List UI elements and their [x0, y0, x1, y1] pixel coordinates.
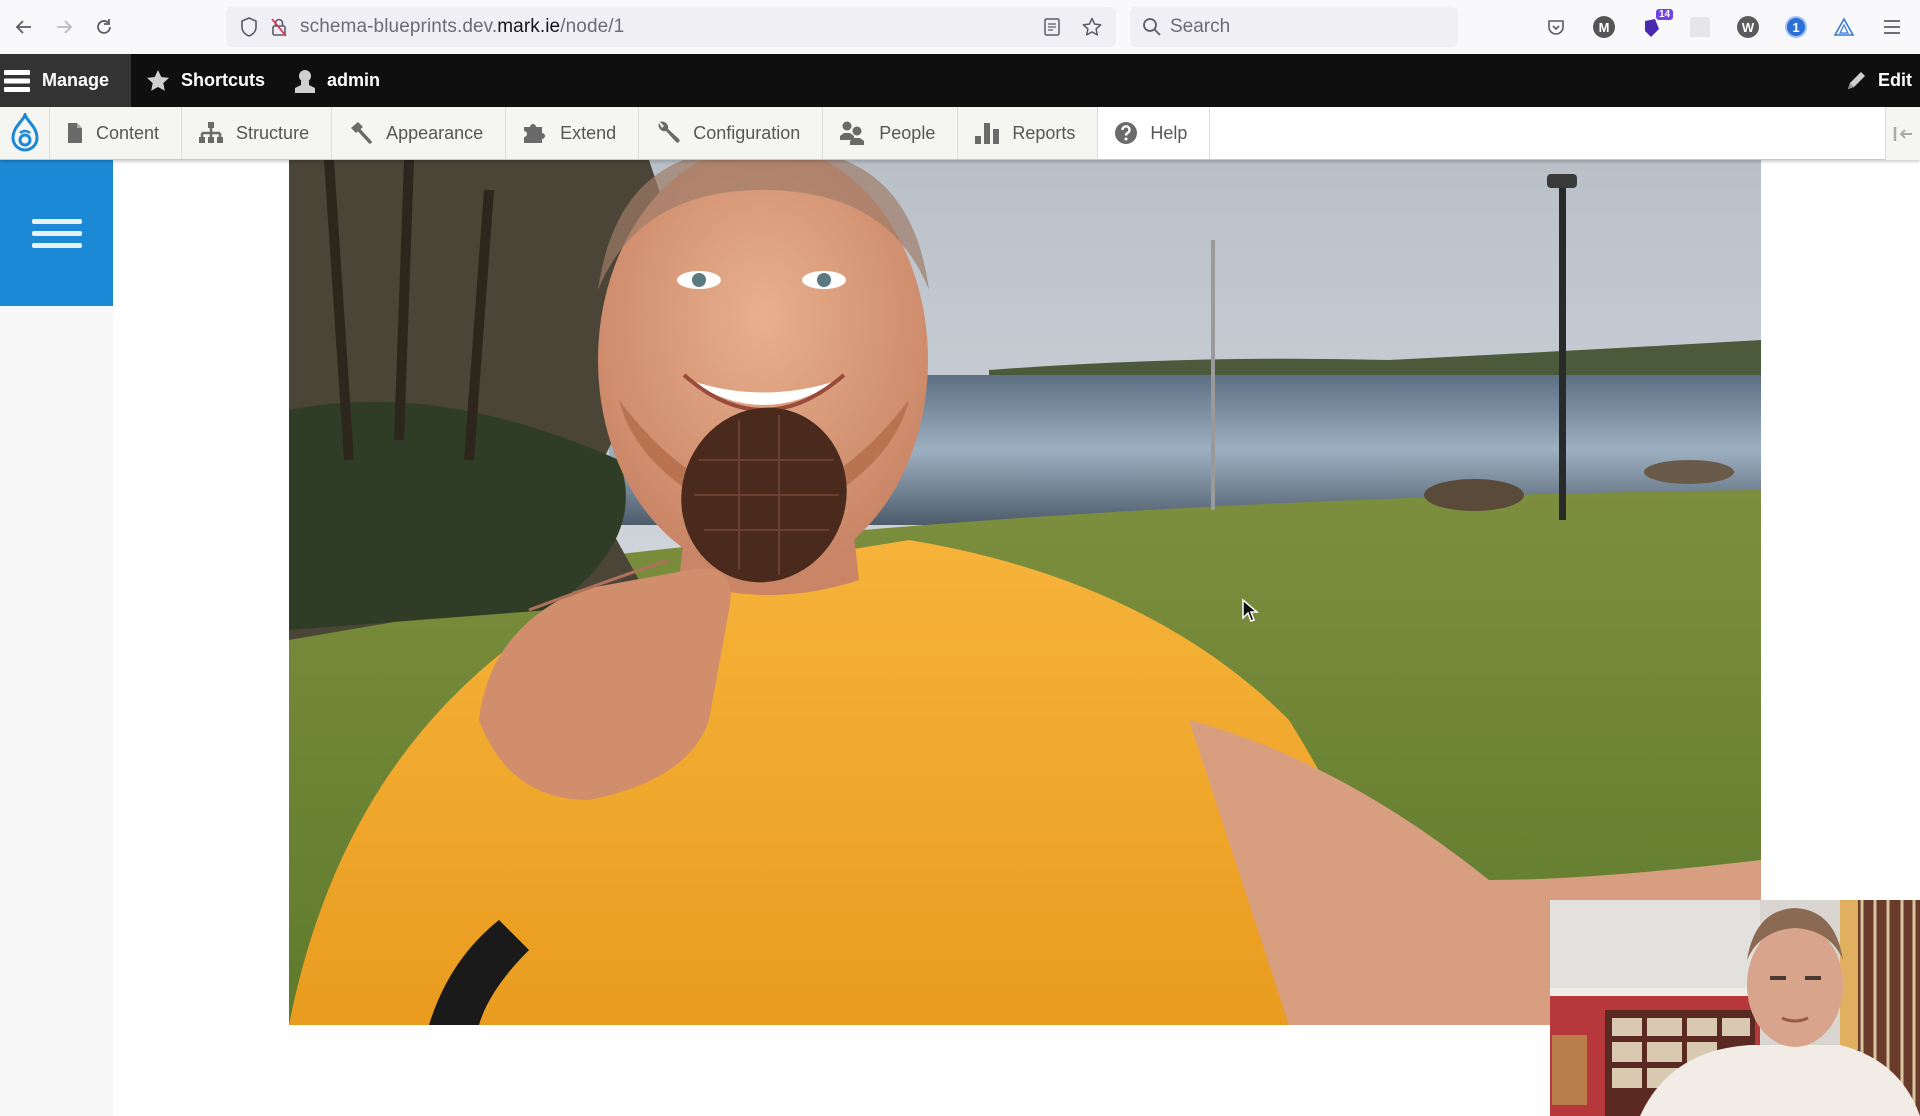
shortcuts-label: Shortcuts — [181, 70, 266, 90]
m-extension-icon: M — [1593, 16, 1615, 38]
search-icon — [1143, 18, 1161, 36]
tracking-protection-icon[interactable] — [238, 16, 260, 38]
tray-item-configuration[interactable]: Configuration — [639, 107, 824, 159]
manage-button[interactable]: Manage — [0, 54, 132, 107]
tray-item-people[interactable]: People — [823, 107, 959, 159]
tray-item-label: Structure — [236, 122, 310, 143]
wrench-icon — [658, 121, 680, 143]
user-label: admin — [327, 70, 381, 90]
url-text[interactable]: schema-blueprints.dev.mark.ie/node/1 — [300, 16, 624, 38]
tray-orientation-toggle[interactable] — [1885, 107, 1920, 160]
tab-manager-button[interactable]: 14 — [1628, 7, 1676, 47]
webcam-overlay — [1550, 900, 1920, 1116]
tray-item-label: Appearance — [386, 122, 484, 143]
pocket-button[interactable] — [1532, 7, 1580, 47]
shortcuts-button[interactable]: Shortcuts — [131, 54, 279, 107]
tray-item-label: Content — [96, 122, 160, 143]
blank-extension-button[interactable] — [1676, 7, 1724, 47]
tray-item-reports[interactable]: Reports — [958, 107, 1099, 159]
tray-item-appearance[interactable]: Appearance — [332, 107, 507, 159]
tray-item-label: Configuration — [693, 122, 801, 143]
admin-toolbar: Manage Shortcuts admin Edit — [0, 54, 1920, 107]
paintbrush-icon — [351, 122, 372, 144]
extension-icons: M 14 W 1 — [1532, 7, 1916, 47]
star-icon — [147, 69, 170, 91]
drupal-home-link[interactable] — [0, 107, 50, 159]
admin-tray: Content Structure Appearance Extend Conf… — [0, 107, 1920, 160]
manage-label: Manage — [42, 70, 110, 90]
edit-label: Edit — [1878, 70, 1912, 90]
user-icon — [295, 69, 316, 93]
url-subdomain: schema-blueprints.dev. — [300, 16, 498, 37]
onepassword-icon: 1 — [1785, 16, 1807, 38]
pointer-cursor-icon — [1242, 598, 1260, 622]
reader-view-icon[interactable] — [1040, 15, 1064, 39]
tray-item-label: People — [879, 122, 936, 143]
bookmark-star-icon[interactable] — [1080, 15, 1104, 39]
tray-item-content[interactable]: Content — [50, 107, 183, 159]
search-placeholder: Search — [1170, 16, 1231, 37]
browser-toolbar: schema-blueprints.dev.mark.ie/node/1 Sea… — [0, 0, 1920, 54]
insecure-lock-icon[interactable] — [268, 16, 290, 38]
hamburger-icon — [4, 69, 30, 92]
app-menu-button[interactable] — [1868, 7, 1916, 47]
forward-button[interactable] — [44, 7, 84, 47]
webcam-video — [1550, 900, 1920, 1116]
url-path: /node/1 — [560, 16, 625, 37]
wordpress-button[interactable]: W — [1724, 7, 1772, 47]
tray-item-help[interactable]: Help — [1098, 107, 1211, 159]
puzzle-icon — [524, 124, 546, 143]
tray-item-label: Help — [1150, 122, 1188, 143]
file-icon — [68, 123, 82, 143]
pocket-icon — [1548, 20, 1564, 35]
tray-item-extend[interactable]: Extend — [506, 107, 640, 159]
sidebar-menu-button[interactable] — [0, 160, 113, 306]
m-extension-button[interactable]: M — [1580, 7, 1628, 47]
tray-item-label: Extend — [560, 122, 617, 143]
url-bar[interactable]: schema-blueprints.dev.mark.ie/node/1 — [226, 7, 1116, 47]
pencil-icon — [1848, 71, 1865, 89]
bar-chart-icon — [975, 123, 1000, 144]
user-button[interactable]: admin — [279, 54, 394, 107]
onepassword-button[interactable]: 1 — [1772, 7, 1820, 47]
tray-item-structure[interactable]: Structure — [182, 107, 333, 159]
search-bar[interactable]: Search — [1130, 7, 1458, 47]
triangle-extension-icon — [1833, 17, 1855, 36]
arrow-right-icon — [57, 20, 73, 34]
reload-button[interactable] — [84, 7, 124, 47]
triangle-extension-button[interactable] — [1820, 7, 1868, 47]
people-icon — [840, 121, 865, 145]
tray-item-label: Reports — [1012, 122, 1076, 143]
reload-icon — [97, 19, 111, 34]
arrow-left-icon — [15, 20, 31, 34]
collapse-arrow-icon — [1893, 126, 1912, 141]
hero-photo — [289, 160, 1761, 1025]
drupal-logo-icon — [10, 113, 39, 152]
hamburger-icon — [31, 212, 82, 255]
edit-button[interactable]: Edit — [1830, 54, 1920, 107]
wordpress-icon: W — [1737, 16, 1759, 38]
sitemap-icon — [199, 122, 224, 143]
url-domain: mark.ie — [497, 16, 561, 37]
back-button[interactable] — [4, 7, 44, 47]
hamburger-menu-icon — [1884, 20, 1900, 34]
mouse-cursor — [1241, 598, 1260, 629]
hero-image — [289, 160, 1761, 1025]
help-icon — [1115, 122, 1138, 144]
tab-count-badge: 14 — [1656, 9, 1674, 20]
blank-extension-icon — [1690, 17, 1710, 37]
